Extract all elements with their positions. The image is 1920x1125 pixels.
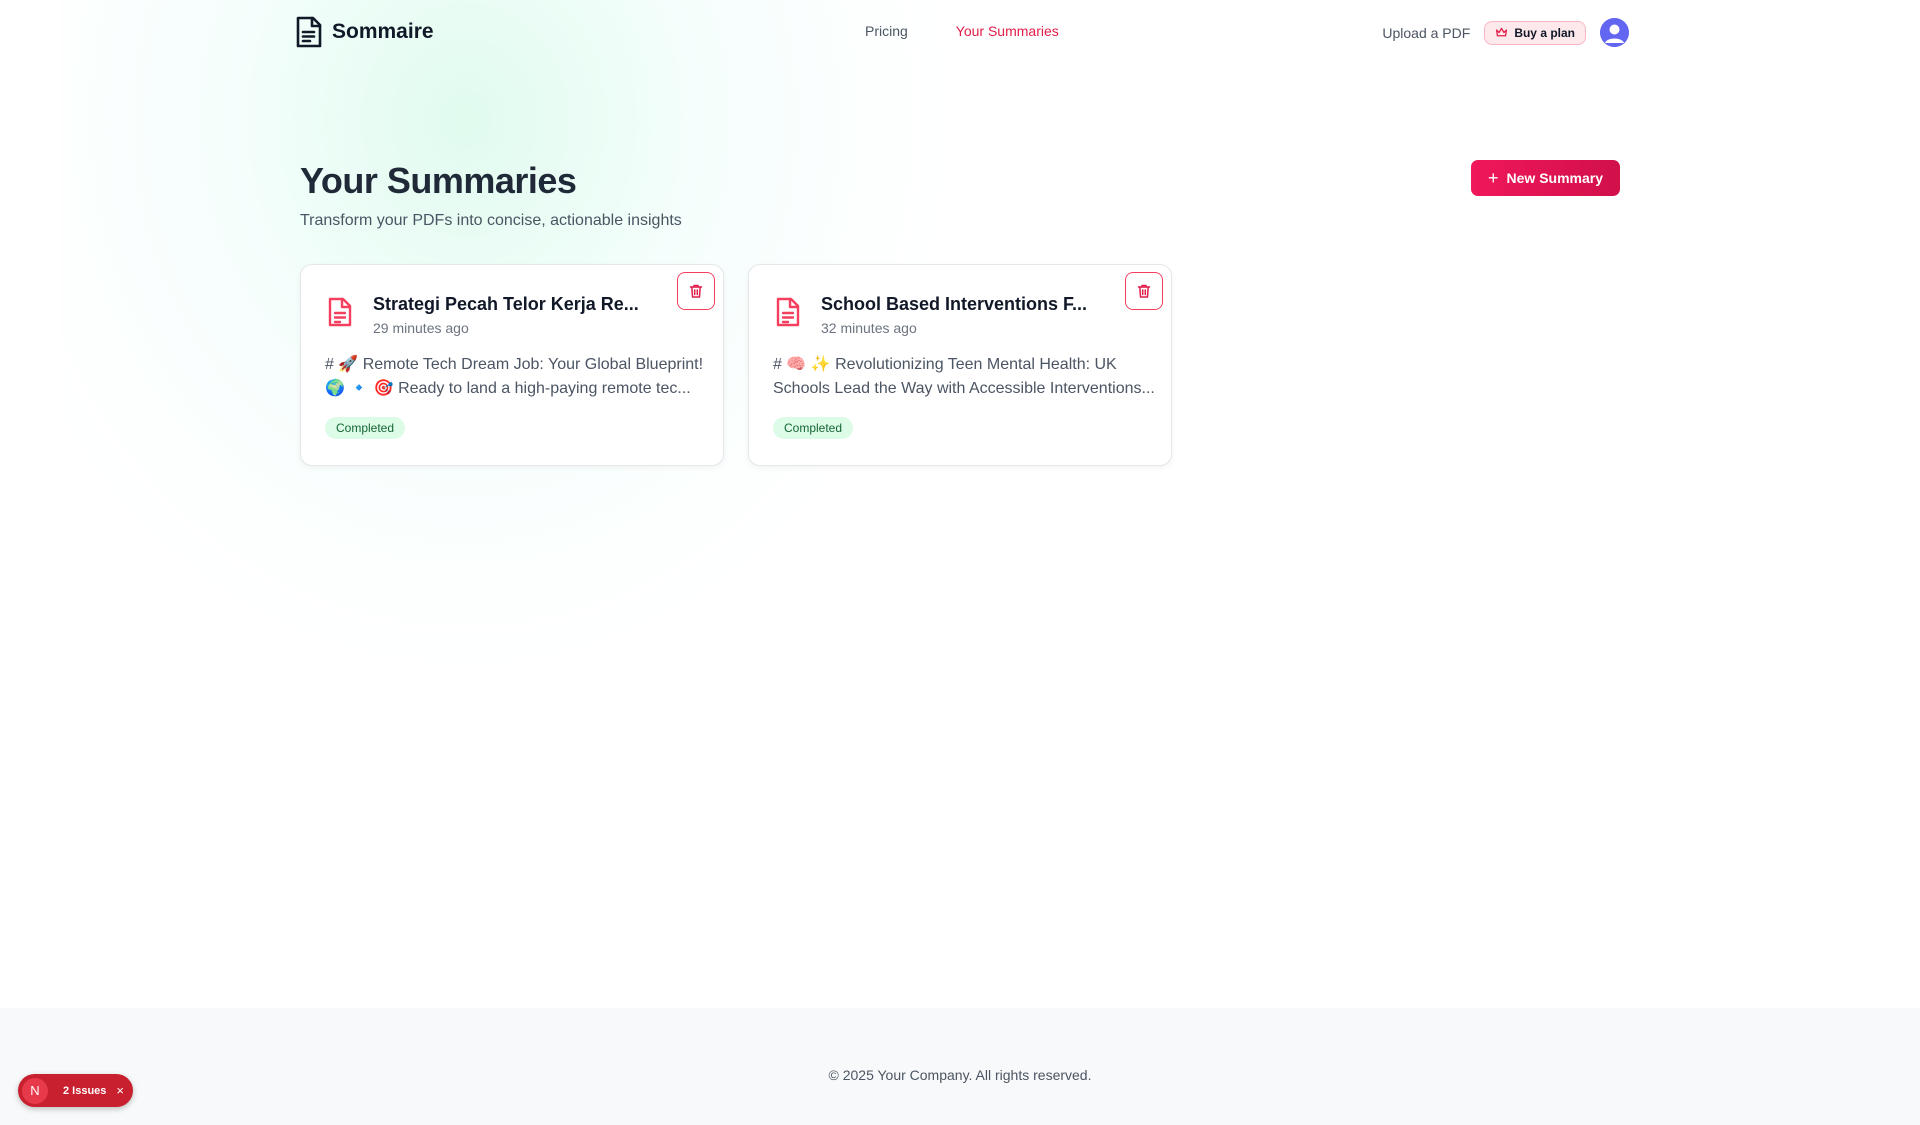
summary-preview: # 🚀 Remote Tech Dream Job: Your Global B… xyxy=(325,353,709,401)
nav-actions: Upload a PDF Buy a plan xyxy=(1382,18,1629,47)
summary-preview-line: # 🚀 Remote Tech Dream Job: Your Global B… xyxy=(325,356,704,373)
status-badge: Completed xyxy=(325,417,406,439)
buy-plan-badge[interactable]: Buy a plan xyxy=(1484,20,1586,45)
summary-title: School Based Interventions F... xyxy=(821,294,1088,314)
plus-icon: + xyxy=(1488,168,1499,188)
document-logo-icon xyxy=(296,16,322,48)
main-nav: Pricing Your Summaries xyxy=(865,23,1059,39)
brand-name: Sommaire xyxy=(332,20,434,43)
summary-preview-line: # 🧠 ✨ Revolutionizing Teen Mental Health… xyxy=(773,356,1117,373)
page-subtitle: Transform your PDFs into concise, action… xyxy=(300,212,682,229)
summary-time: 29 minutes ago xyxy=(373,320,469,336)
file-text-icon xyxy=(776,297,800,327)
brand-logo[interactable]: Sommaire xyxy=(294,15,434,49)
copyright-text: © 2025 Your Company. All rights reserved… xyxy=(828,1067,1092,1083)
summary-title: Strategi Pecah Telor Kerja Re... xyxy=(373,294,639,314)
dev-issues-indicator[interactable]: N 2 Issues × xyxy=(18,1074,133,1107)
buy-plan-label: Buy a plan xyxy=(1514,25,1575,40)
trash-icon xyxy=(689,284,703,298)
user-avatar-icon xyxy=(1600,18,1629,47)
delete-summary-button[interactable] xyxy=(1125,272,1163,310)
file-text-icon xyxy=(328,297,352,327)
summary-card[interactable]: School Based Interventions F... 32 minut… xyxy=(748,264,1172,466)
nextjs-logo-icon: N xyxy=(22,1077,48,1104)
summary-preview-line: Schools Lead the Way with Accessible Int… xyxy=(773,380,1155,397)
summary-list: Strategi Pecah Telor Kerja Re... 29 minu… xyxy=(300,264,1172,466)
user-avatar[interactable] xyxy=(1600,18,1629,47)
status-badge: Completed xyxy=(773,417,854,439)
summary-preview-line: 🌍 🔹 🎯 Ready to land a high-paying remote… xyxy=(325,380,691,397)
page-footer: © 2025 Your Company. All rights reserved… xyxy=(0,1008,1920,1125)
new-summary-label: New Summary xyxy=(1506,170,1603,186)
nav-link-your-summaries[interactable]: Your Summaries xyxy=(956,23,1059,39)
upload-pdf-link[interactable]: Upload a PDF xyxy=(1382,25,1470,41)
new-summary-button[interactable]: + New Summary xyxy=(1471,160,1620,196)
summary-card[interactable]: Strategi Pecah Telor Kerja Re... 29 minu… xyxy=(300,264,724,466)
nav-link-pricing[interactable]: Pricing xyxy=(865,23,908,39)
top-navbar: Sommaire Pricing Your Summaries Upload a… xyxy=(0,0,1920,64)
delete-summary-button[interactable] xyxy=(677,272,715,310)
close-icon[interactable]: × xyxy=(116,1083,124,1098)
crown-icon xyxy=(1496,27,1508,37)
summary-preview: # 🧠 ✨ Revolutionizing Teen Mental Health… xyxy=(773,353,1157,401)
trash-icon xyxy=(1137,284,1151,298)
issues-count-label: 2 Issues xyxy=(63,1084,107,1097)
summary-time: 32 minutes ago xyxy=(821,320,917,336)
page-title: Your Summaries xyxy=(300,160,577,201)
